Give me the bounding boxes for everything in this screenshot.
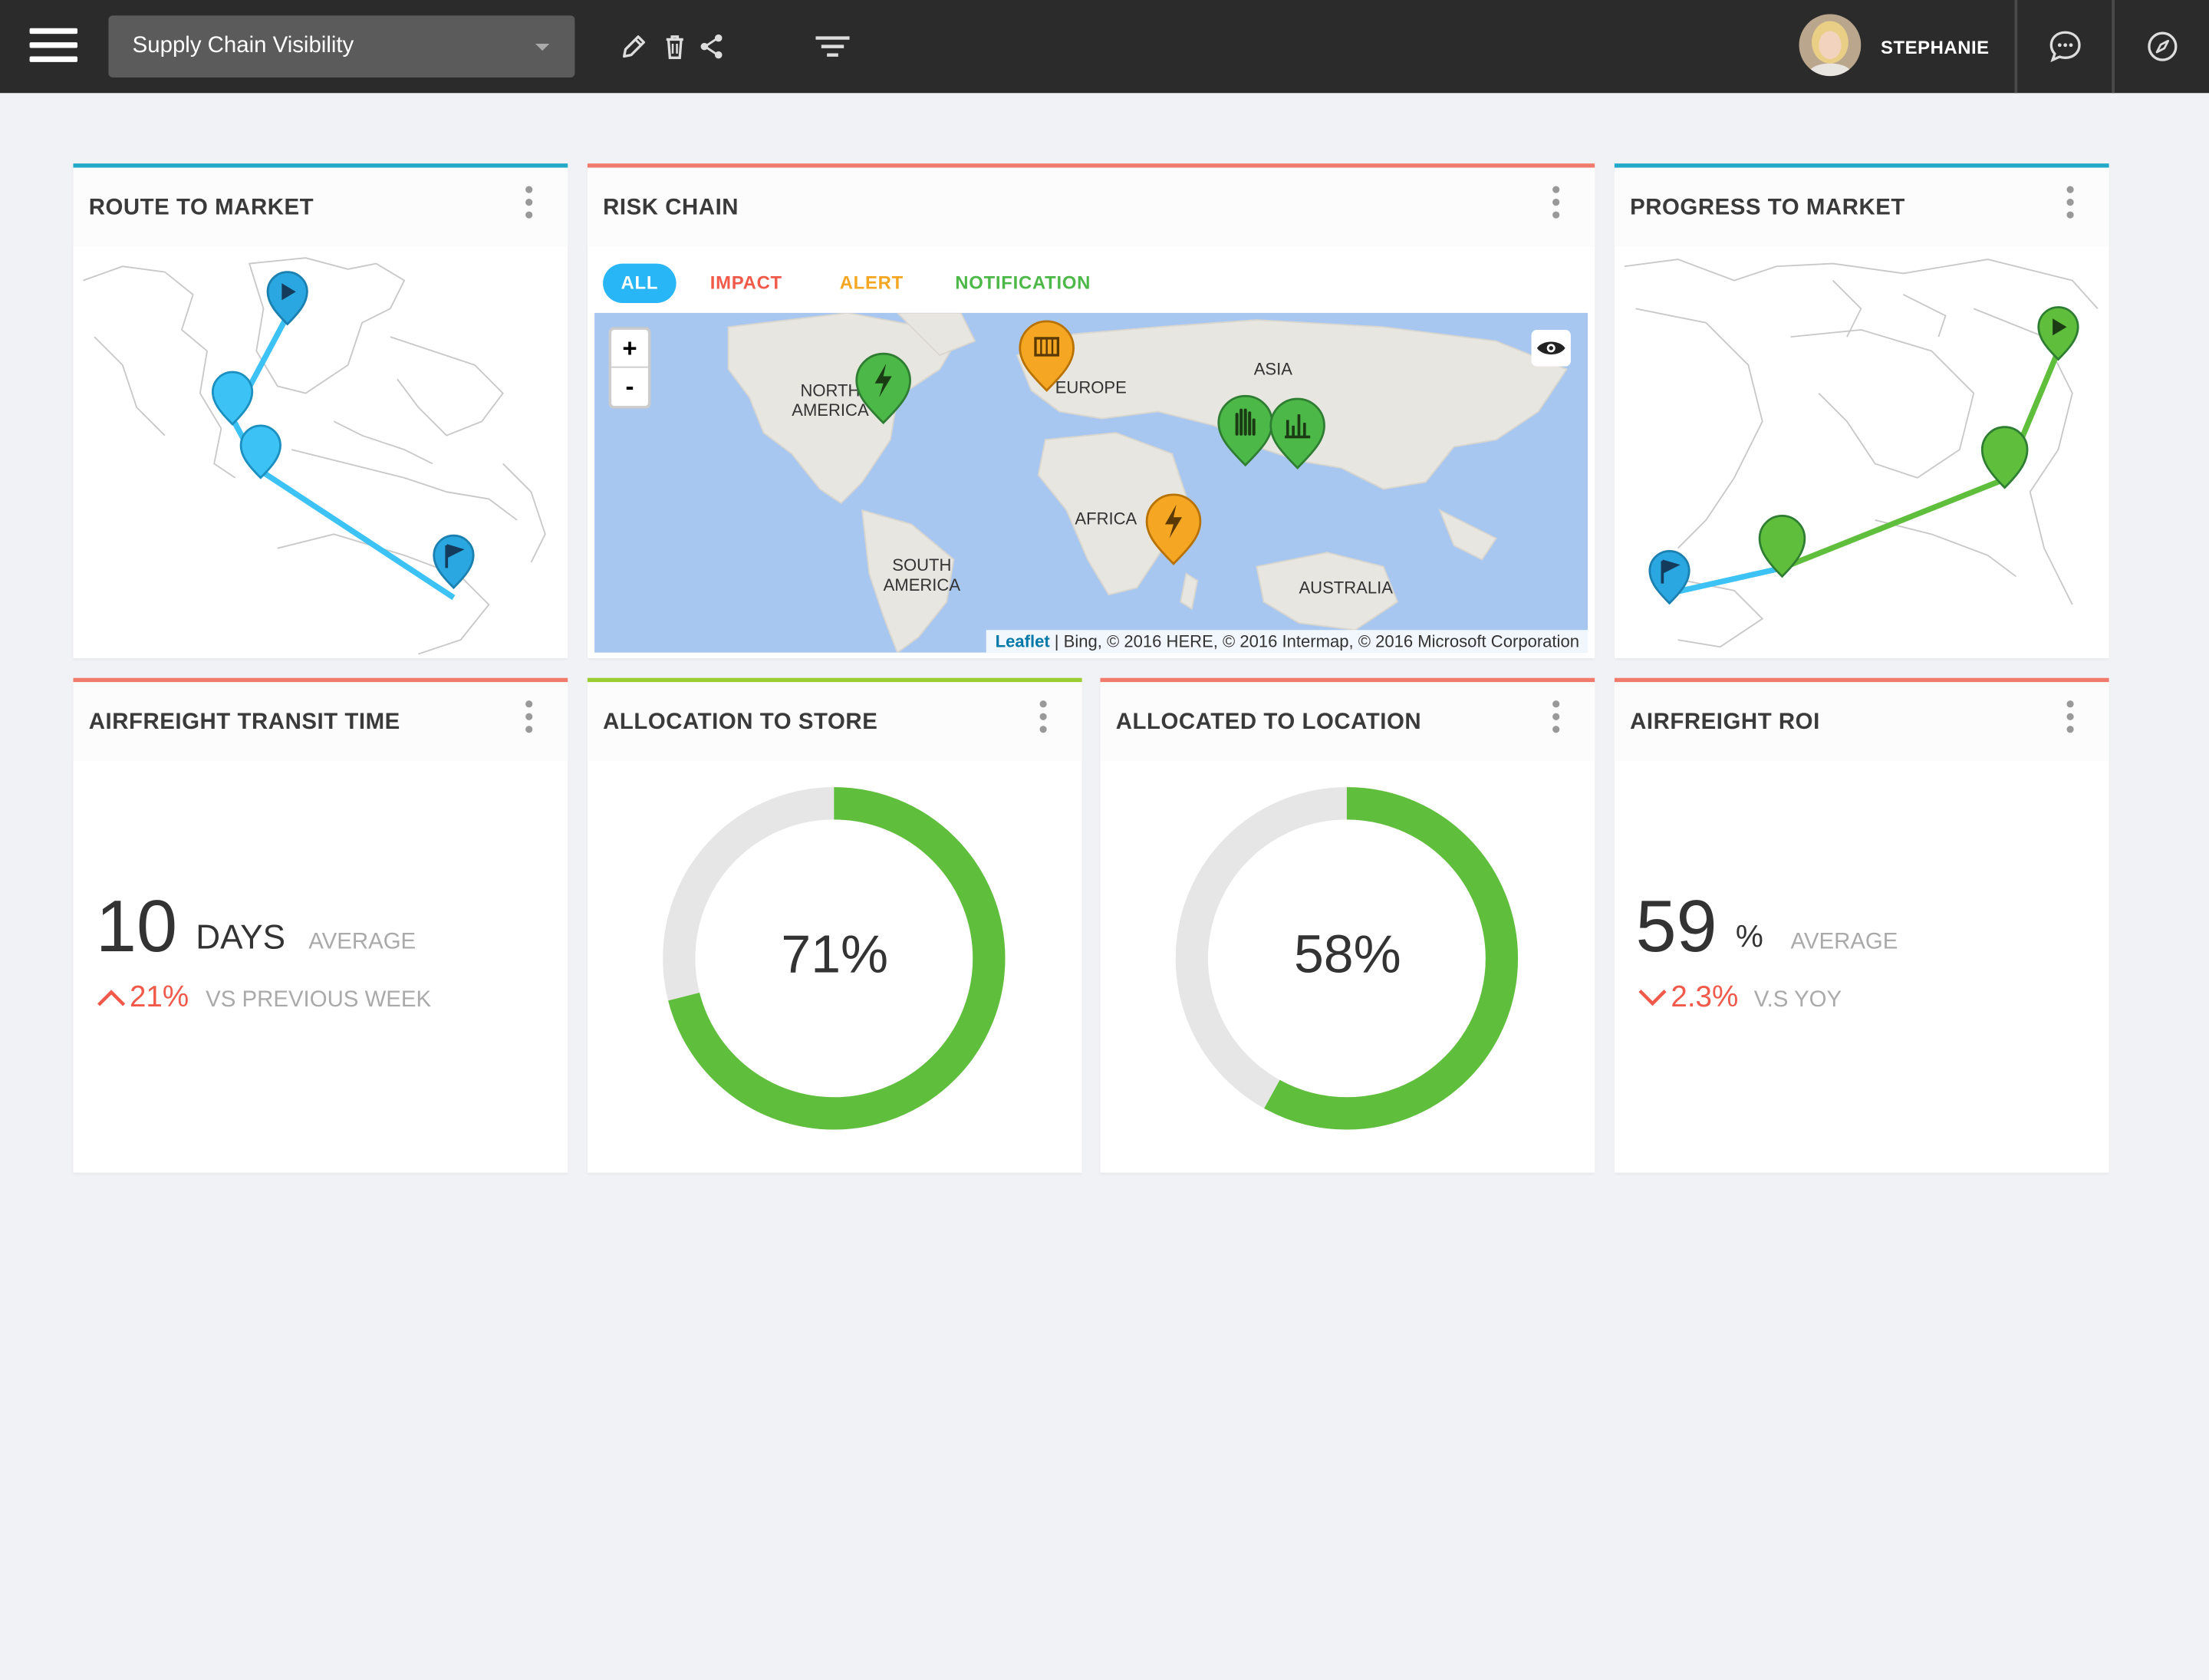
waypoint-pin-icon[interactable] xyxy=(1758,515,1806,578)
share-icon[interactable] xyxy=(697,31,728,61)
more-options-icon[interactable] xyxy=(1552,700,1561,737)
more-options-icon[interactable] xyxy=(1552,186,1561,223)
airfreight-roi-card: AIRFREIGHT ROI 59 % AVERAGE 2.3% V.S YOY xyxy=(1614,677,2109,1173)
allocated-to-location-card: ALLOCATED TO LOCATION 58% xyxy=(1100,677,1595,1173)
topbar-divider xyxy=(2112,0,2115,94)
filter-alert-tab[interactable]: ALERT xyxy=(840,264,904,303)
kpi-unit: % xyxy=(1735,918,1763,954)
chat-icon[interactable] xyxy=(2047,28,2084,65)
card-title: RISK CHAIN xyxy=(603,196,739,220)
more-options-icon[interactable] xyxy=(525,186,534,223)
more-options-icon[interactable] xyxy=(2066,186,2075,223)
filter-notification-tab[interactable]: NOTIFICATION xyxy=(955,264,1091,303)
avatar xyxy=(1799,14,1862,77)
card-title: AIRFREIGHT TRANSIT TIME xyxy=(88,710,400,735)
donut-percent-label: 58% xyxy=(1293,926,1401,986)
risk-chain-card: RISK CHAIN ALL IMPACT ALERT NOTIFICATION xyxy=(587,163,1595,658)
airfreight-transit-time-card: AIRFREIGHT TRANSIT TIME 10 DAYS AVERAGE … xyxy=(73,677,568,1173)
waypoint-pin-icon[interactable] xyxy=(211,371,254,426)
kpi-comparison: VS PREVIOUS WEEK xyxy=(206,987,432,1013)
dashboard-select-label: Supply Chain Visibility xyxy=(132,34,354,58)
attribution-text: | Bing, © 2016 HERE, © 2016 Intermap, © … xyxy=(1049,631,1579,651)
zoom-in-button[interactable]: + xyxy=(611,330,648,368)
map-label-south-america: SOUTH AMERICA xyxy=(883,555,961,595)
start-pin-icon[interactable] xyxy=(2037,306,2079,361)
more-options-icon[interactable] xyxy=(525,700,534,737)
map-label-africa: AFRICA xyxy=(1075,509,1137,529)
progress-to-market-card: PROGRESS TO MARKET xyxy=(1614,163,2109,658)
route-map[interactable] xyxy=(81,252,559,658)
kpi-qualifier: AVERAGE xyxy=(308,930,416,954)
waypoint-pin-icon[interactable] xyxy=(1980,426,2029,489)
kpi-value: 10 xyxy=(95,886,178,969)
leaflet-link[interactable]: Leaflet xyxy=(996,631,1050,651)
card-title: ALLOCATION TO STORE xyxy=(603,710,878,735)
map-label-asia: ASIA xyxy=(1253,359,1292,380)
allocation-to-store-card: ALLOCATION TO STORE 71% xyxy=(587,677,1082,1173)
card-header: AIRFREIGHT ROI xyxy=(1614,682,2109,762)
card-header: ALLOCATED TO LOCATION xyxy=(1100,682,1595,762)
waypoint-pin-icon[interactable] xyxy=(239,424,281,479)
card-title: PROGRESS TO MARKET xyxy=(1630,196,1905,220)
flag-pin-icon[interactable] xyxy=(1648,549,1690,605)
more-options-icon[interactable] xyxy=(1039,700,1049,737)
topbar-divider xyxy=(2014,0,2018,94)
filter-icon[interactable] xyxy=(815,31,851,61)
filter-impact-tab[interactable]: IMPACT xyxy=(710,264,782,303)
chevron-down-icon xyxy=(535,43,550,51)
start-pin-icon[interactable] xyxy=(266,271,308,326)
flag-pin-icon[interactable] xyxy=(433,534,475,590)
dashboard-select[interactable]: Supply Chain Visibility xyxy=(108,15,575,78)
top-bar: Supply Chain Visibility STEPHANIE xyxy=(0,0,2209,94)
zoom-out-button[interactable]: - xyxy=(611,368,648,407)
kpi-value: 59 xyxy=(1635,886,1717,969)
trend-down-icon xyxy=(1638,990,1667,1006)
map-zoom-control: + - xyxy=(608,327,651,409)
map-attribution: Leaflet | Bing, © 2016 HERE, © 2016 Inte… xyxy=(986,630,1588,653)
kpi-comparison: V.S YOY xyxy=(1753,987,1842,1013)
card-header: ALLOCATION TO STORE xyxy=(587,682,1082,762)
kpi-unit: DAYS xyxy=(196,918,286,957)
card-header: ROUTE TO MARKET xyxy=(73,167,568,247)
more-options-icon[interactable] xyxy=(2066,700,2075,737)
card-header: AIRFREIGHT TRANSIT TIME xyxy=(73,682,568,762)
edit-icon[interactable] xyxy=(618,31,649,61)
menu-icon[interactable] xyxy=(29,28,78,65)
donut-percent-label: 71% xyxy=(781,926,889,986)
kpi-delta: 2.3% xyxy=(1671,980,1739,1013)
user-name: STEPHANIE xyxy=(1881,36,1990,58)
card-header: PROGRESS TO MARKET xyxy=(1614,167,2109,247)
kpi-delta: 21% xyxy=(129,980,189,1013)
eye-icon[interactable] xyxy=(1531,329,1571,367)
map-label-europe: EUROPE xyxy=(1055,377,1127,398)
card-title: ALLOCATED TO LOCATION xyxy=(1115,710,1422,735)
card-title: ROUTE TO MARKET xyxy=(88,196,314,220)
kpi-qualifier: AVERAGE xyxy=(1790,930,1898,954)
map-label-australia: AUSTRALIA xyxy=(1299,578,1393,598)
trend-up-icon xyxy=(97,990,126,1006)
progress-map[interactable] xyxy=(1621,252,2100,658)
card-header: RISK CHAIN xyxy=(587,167,1595,247)
compass-icon[interactable] xyxy=(2145,30,2179,64)
world-map xyxy=(727,312,1568,653)
card-title: AIRFREIGHT ROI xyxy=(1630,710,1820,735)
filter-all-tab[interactable]: ALL xyxy=(603,263,677,304)
trash-icon[interactable] xyxy=(660,31,690,61)
risk-map[interactable]: NORTH AMERICA EUROPE ASIA AFRICA SOUTH AME… xyxy=(594,312,1588,653)
route-to-market-card: ROUTE TO MARKET xyxy=(73,163,568,658)
